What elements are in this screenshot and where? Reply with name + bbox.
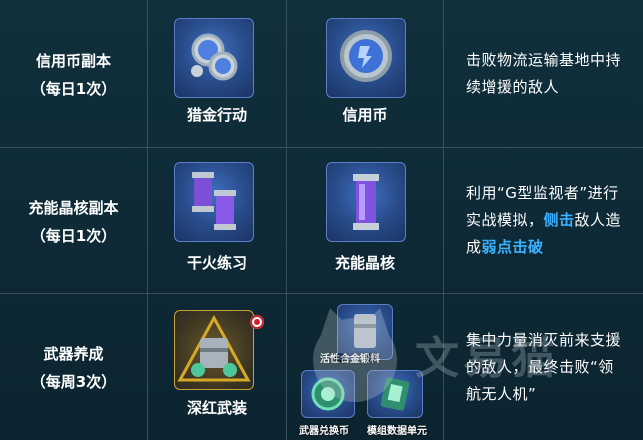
table-row: 信用币副本 （每日1次） 猎金行动 信用币 击败物流运输基地中持续增援的敌人	[0, 0, 643, 148]
coin-stack-icon	[174, 18, 254, 98]
description: 利用“G型监视者”进行实战模拟，侧击敌人造成弱点击破	[466, 180, 629, 261]
dungeon-frequency: （每日1次）	[30, 79, 117, 98]
reward-cell: 信用币	[287, 0, 444, 148]
credit-coin-icon	[326, 18, 406, 98]
table-row: 武器养成 （每周3次） 深红武装 活性合金锻料 武器兑换币 模组数据单元 集中力…	[0, 294, 643, 440]
description-highlight: 弱点击破	[481, 238, 544, 256]
dungeon-frequency: （每日1次）	[30, 226, 117, 245]
stage-label: 猎金行动	[186, 106, 247, 124]
dungeon-name: 武器养成	[43, 345, 104, 363]
dungeon-name: 充能晶核副本	[28, 198, 119, 217]
reward-label: 武器兑换币	[299, 426, 349, 437]
energy-core-stack-icon	[174, 162, 254, 242]
reward-label: 模组数据单元	[367, 426, 427, 437]
notification-badge-icon	[250, 315, 264, 329]
dungeon-name-cell: 武器养成 （每周3次）	[0, 294, 148, 440]
description-cell: 击败物流运输基地中持续增援的敌人	[444, 0, 643, 148]
stage-label: 干火练习	[186, 254, 247, 272]
dungeon-frequency: （每周3次）	[30, 373, 117, 391]
reward-label: 信用币	[342, 106, 388, 124]
stage-cell: 深红武装	[148, 294, 287, 440]
reward-label: 充能晶核	[334, 254, 395, 272]
table-row: 充能晶核副本 （每日1次） 干火练习 充能晶核 利用“G型监视者”进行实战模拟，…	[0, 148, 643, 294]
weapon-coin-icon	[301, 370, 355, 418]
stage-cell: 干火练习	[148, 148, 287, 294]
module-data-icon	[367, 370, 423, 418]
description: 击败物流运输基地中持续增援的敌人	[466, 50, 622, 96]
description: 集中力量消灭前来支援的敌人，最终击败“领航无人机”	[466, 330, 622, 403]
reward-cell: 活性合金锻料 武器兑换币 模组数据单元	[287, 294, 444, 440]
description-cell: 利用“G型监视者”进行实战模拟，侧击敌人造成弱点击破	[444, 148, 643, 294]
energy-core-icon	[326, 162, 406, 242]
reward-label: 活性合金锻料	[320, 354, 380, 365]
stage-cell: 猎金行动	[148, 0, 287, 148]
resource-table: 信用币副本 （每日1次） 猎金行动 信用币 击败物流运输基地中持续增援的敌人 充…	[0, 0, 643, 440]
stage-label: 深红武装	[186, 399, 247, 417]
description-cell: 集中力量消灭前来支援的敌人，最终击败“领航无人机”	[444, 294, 643, 440]
dungeon-name-cell: 充能晶核副本 （每日1次）	[0, 148, 148, 294]
reward-cell: 充能晶核	[287, 148, 444, 294]
description-highlight: 侧击	[543, 211, 575, 229]
dungeon-name-cell: 信用币副本 （每日1次）	[0, 0, 148, 148]
dungeon-name: 信用币副本	[35, 51, 111, 70]
weapon-crate-icon	[174, 310, 254, 390]
